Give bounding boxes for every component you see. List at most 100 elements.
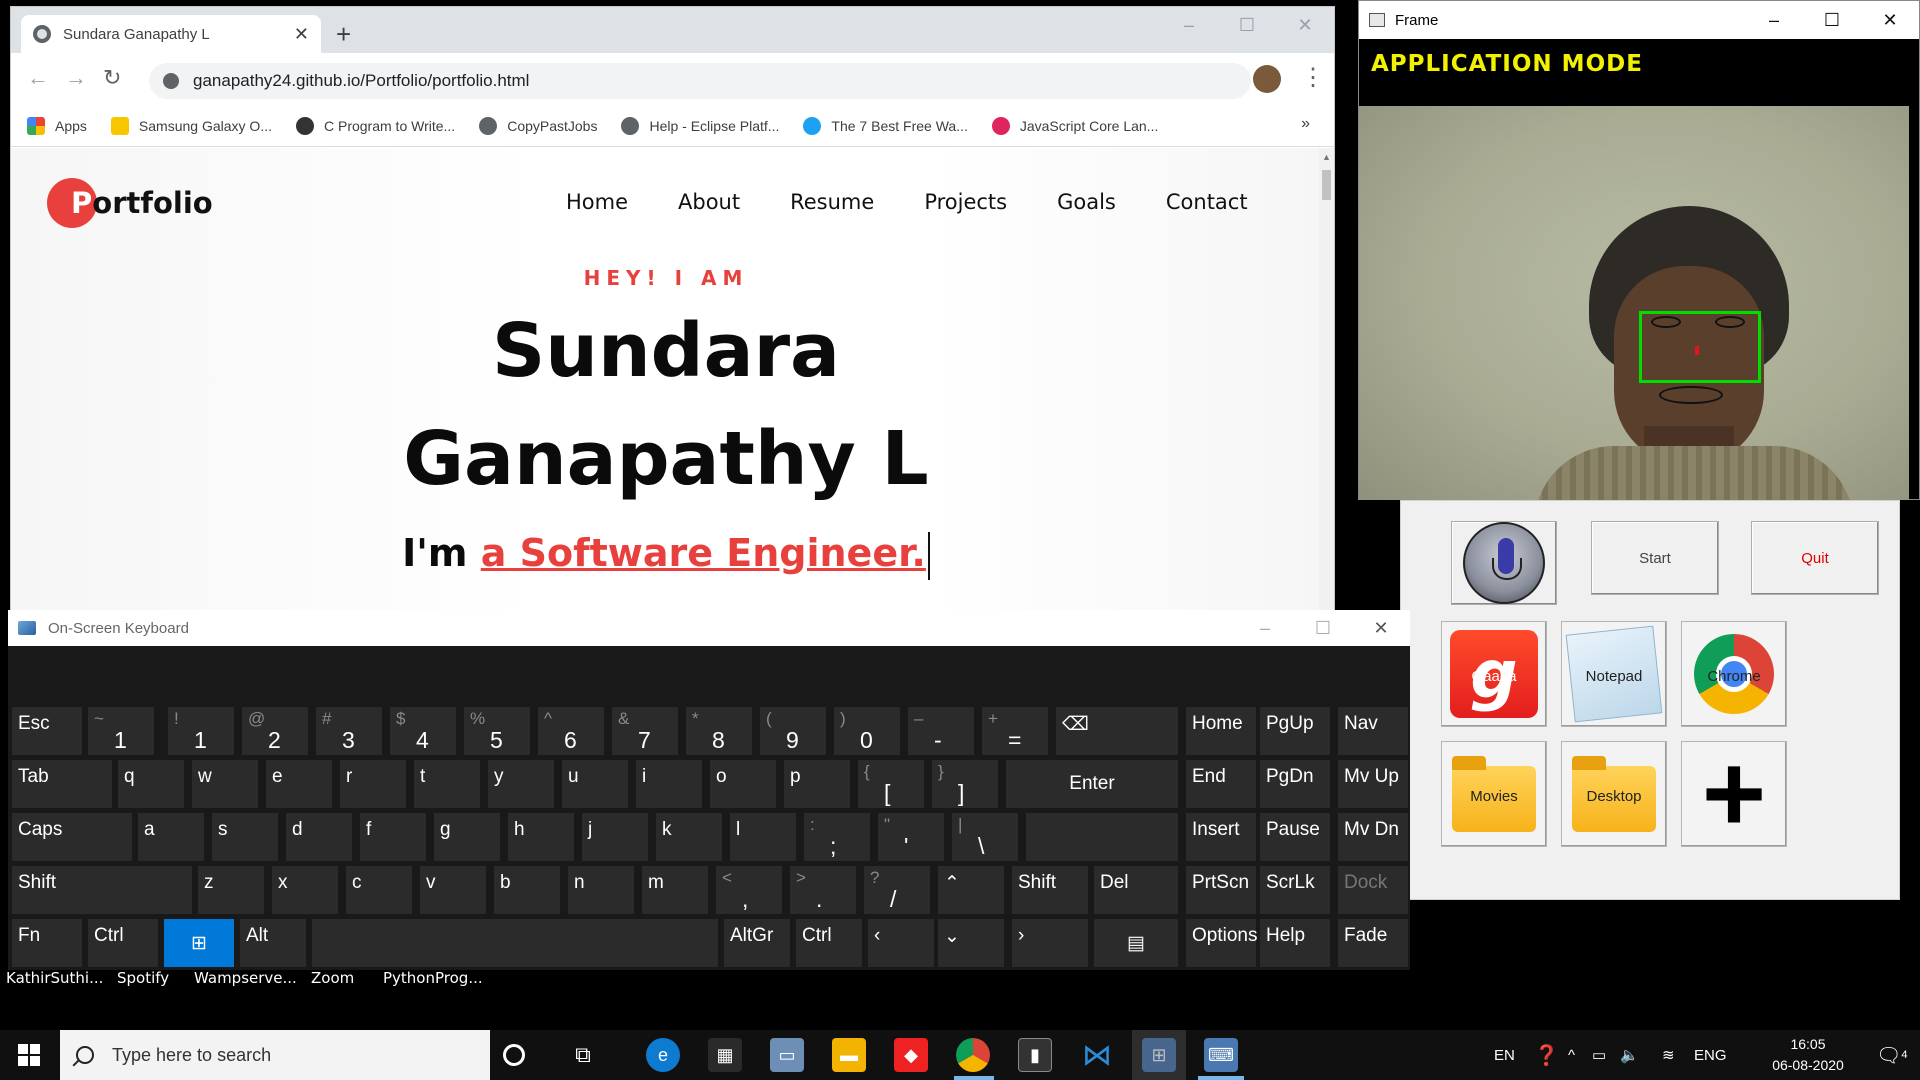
key-menu[interactable]: ▤ (1094, 919, 1178, 967)
nav-home[interactable]: Home (566, 190, 628, 214)
chrome-launcher[interactable]: Chrome (1681, 621, 1787, 727)
desktop-shortcut-wampserver[interactable]: Wampserve... (194, 969, 297, 987)
maximize-button[interactable]: ☐ (1294, 610, 1352, 646)
profile-avatar[interactable] (1253, 65, 1281, 93)
forward-icon[interactable]: → (65, 65, 87, 91)
key-esc[interactable]: Esc (12, 707, 82, 755)
key-up[interactable]: ⌃ (938, 866, 1004, 914)
osk-taskbar-icon[interactable]: ⌨ (1204, 1038, 1238, 1072)
close-button[interactable]: ✕ (1352, 610, 1410, 646)
maximize-button[interactable]: ☐ (1218, 7, 1276, 43)
address-bar[interactable]: ganapathy24.github.io/Portfolio/portfoli… (149, 63, 1251, 99)
key-f[interactable]: f (360, 813, 426, 861)
key-e[interactable]: e (266, 760, 332, 808)
portfolio-logo[interactable]: Portfolio (47, 178, 213, 228)
minimize-button[interactable]: – (1236, 610, 1294, 646)
nav-about[interactable]: About (678, 190, 740, 214)
desktop-shortcut-spotify[interactable]: Spotify (117, 969, 169, 987)
key-h[interactable]: h (508, 813, 574, 861)
key-7[interactable]: & 7 (612, 707, 678, 755)
key-pgup[interactable]: PgUp (1260, 707, 1330, 755)
key-prtscn[interactable]: PrtScn (1186, 866, 1256, 914)
key-2[interactable]: @2 (242, 707, 308, 755)
bookmark-javascript-core[interactable]: JavaScript Core Lan... (991, 116, 1158, 135)
key-equals[interactable]: + = (982, 707, 1048, 755)
system-clock[interactable]: 16:05 06-08-2020 (1748, 1034, 1868, 1076)
key-1b[interactable]: ! 1 (168, 707, 234, 755)
key-options[interactable]: Options (1186, 919, 1257, 967)
start-button[interactable] (0, 1030, 58, 1080)
gaana-launcher[interactable]: g Gaana (1441, 621, 1547, 727)
key-6[interactable]: ^ 6 (538, 707, 604, 755)
key-scrlk[interactable]: ScrLk (1260, 866, 1330, 914)
scroll-up-icon[interactable]: ▲ (1322, 152, 1331, 162)
vscode-icon[interactable]: ⋈ (1080, 1038, 1114, 1072)
bookmark-apps[interactable]: Apps (27, 116, 87, 135)
site-info-icon[interactable] (163, 73, 179, 89)
key-fn[interactable]: Fn (12, 919, 82, 967)
bookmark-copypastjobs[interactable]: CopyPastJobs (479, 116, 597, 135)
bookmark-7-best-free[interactable]: The 7 Best Free Wa... (803, 116, 968, 135)
start-button[interactable]: Start (1591, 521, 1719, 595)
key-lbracket[interactable]: {[ (858, 760, 924, 808)
key-shift-right[interactable]: Shift (1012, 866, 1088, 914)
key-b[interactable]: b (494, 866, 560, 914)
key-d[interactable]: d (286, 813, 352, 861)
terminal-icon[interactable]: ▮ (1018, 1038, 1052, 1072)
wifi-icon[interactable]: ≋ (1662, 1030, 1675, 1080)
key-minus[interactable]: – - (908, 707, 974, 755)
key-l[interactable]: l (730, 813, 796, 861)
key-fade[interactable]: Fade (1338, 919, 1408, 967)
key-o[interactable]: o (710, 760, 776, 808)
key-3[interactable]: #3 (316, 707, 382, 755)
key-win[interactable]: ⊞ (164, 919, 234, 967)
page-scrollbar[interactable]: ▲ (1319, 148, 1334, 610)
key-5[interactable]: % 5 (464, 707, 530, 755)
nav-resume[interactable]: Resume (790, 190, 874, 214)
key-right[interactable]: › (1012, 919, 1088, 967)
key-nav[interactable]: Nav (1338, 707, 1408, 755)
key-c[interactable]: c (346, 866, 412, 914)
menu-kebab-icon[interactable]: ⋮ (1301, 63, 1325, 92)
desktop-shortcut-zoom[interactable]: Zoom (311, 969, 354, 987)
key-mvup[interactable]: Mv Up (1338, 760, 1408, 808)
bookmark-samsung[interactable]: Samsung Galaxy O... (110, 116, 272, 135)
key-p[interactable]: p (784, 760, 850, 808)
mail-app-icon[interactable]: ▭ (770, 1038, 804, 1072)
key-0[interactable]: ) 0 (834, 707, 900, 755)
key-ctrl-right[interactable]: Ctrl (796, 919, 862, 967)
nav-projects[interactable]: Projects (924, 190, 1007, 214)
key-pgdn[interactable]: PgDn (1260, 760, 1330, 808)
key-n[interactable]: n (568, 866, 634, 914)
key-enter[interactable]: Enter (1006, 760, 1178, 808)
key-slash[interactable]: ? / (864, 866, 930, 914)
help-icon[interactable]: ❓ (1534, 1030, 1559, 1080)
bookmarks-overflow-button[interactable]: » (1301, 115, 1310, 133)
show-hidden-icons[interactable]: ^ (1568, 1030, 1575, 1080)
file-explorer-icon[interactable]: ▬ (832, 1038, 866, 1072)
key-t[interactable]: t (414, 760, 480, 808)
movies-folder-launcher[interactable]: Movies (1441, 741, 1547, 847)
key-caps[interactable]: Caps (12, 813, 132, 861)
mic-button[interactable] (1451, 521, 1557, 605)
key-q[interactable]: q (118, 760, 184, 808)
cortana-icon[interactable] (503, 1044, 525, 1066)
key-s[interactable]: s (212, 813, 278, 861)
key-x[interactable]: x (272, 866, 338, 914)
key-comma[interactable]: <, (716, 866, 782, 914)
key-8[interactable]: * 8 (686, 707, 752, 755)
key-k[interactable]: k (656, 813, 722, 861)
key-a[interactable]: a (138, 813, 204, 861)
key-space[interactable] (312, 919, 718, 967)
nav-goals[interactable]: Goals (1057, 190, 1116, 214)
reload-icon[interactable]: ↻ (103, 65, 121, 91)
edge-icon[interactable]: e (646, 1038, 680, 1072)
key-insert[interactable]: Insert (1186, 813, 1256, 861)
back-icon[interactable]: ← (27, 65, 49, 91)
network-icon[interactable]: ▭ (1592, 1030, 1606, 1080)
key-rbracket[interactable]: }] (932, 760, 998, 808)
desktop-folder-launcher[interactable]: Desktop (1561, 741, 1667, 847)
desktop-shortcut-kathirsuthi[interactable]: KathirSuthi... (6, 969, 103, 987)
anydesk-icon[interactable]: ◆ (894, 1038, 928, 1072)
key-end[interactable]: End (1186, 760, 1256, 808)
